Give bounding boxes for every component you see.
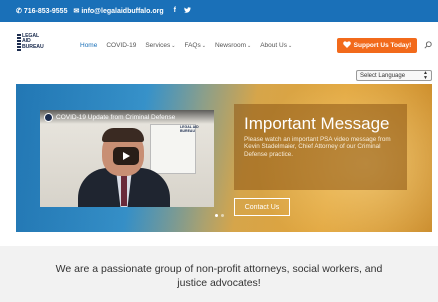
- message-body: Please watch an important PSA video mess…: [244, 136, 391, 158]
- chevron-down-icon: ⌄: [287, 43, 293, 49]
- nav-item-covid[interactable]: COVID-19: [106, 42, 136, 49]
- search-icon[interactable]: [424, 36, 432, 49]
- site-header: LEGAL AID BUREAU Home COVID-19 Services⌄…: [0, 22, 438, 68]
- language-select-value: Select Language: [360, 72, 406, 79]
- nav-item-about[interactable]: About Us⌄: [260, 42, 292, 49]
- slider-dot-2[interactable]: [221, 214, 224, 217]
- phone-number: 716-853-9555: [23, 7, 68, 15]
- social-links: f: [174, 7, 191, 15]
- chevron-down-icon: ⌄: [201, 43, 206, 49]
- message-box: Important Message Please watch an import…: [234, 104, 407, 190]
- slider-dot-1[interactable]: [215, 214, 218, 217]
- phone-icon: ✆: [16, 8, 22, 15]
- nav-item-services[interactable]: Services⌄: [145, 42, 175, 49]
- logo-mark: [17, 34, 21, 52]
- logo-text: LEGAL AID BUREAU: [22, 33, 44, 50]
- nav-item-faqs[interactable]: FAQs⌄: [184, 42, 205, 49]
- facebook-icon[interactable]: f: [174, 7, 176, 15]
- support-button-label: Support Us Today!: [353, 42, 412, 49]
- video-wall-logo: LEGAL AID BUREAU: [180, 125, 199, 133]
- phone-link[interactable]: ✆ 716-853-9555: [16, 7, 68, 16]
- youtube-video-embed[interactable]: LEGAL AID BUREAU COVID-19 Update from Cr…: [40, 110, 214, 207]
- select-arrows-icon: ▲ ▼: [423, 70, 428, 81]
- play-button-icon[interactable]: [113, 147, 139, 165]
- heart-icon: [342, 41, 351, 50]
- main-nav: Home COVID-19 Services⌄ FAQs⌄ Newsroom⌄ …: [80, 42, 292, 49]
- nav-item-home[interactable]: Home: [80, 42, 97, 49]
- envelope-icon: ✉: [73, 8, 80, 15]
- twitter-icon[interactable]: [183, 7, 191, 15]
- support-us-button[interactable]: Support Us Today!: [337, 38, 417, 53]
- video-title[interactable]: COVID-19 Update from Criminal Defense: [56, 114, 175, 121]
- hero-slider: LEGAL AID BUREAU COVID-19 Update from Cr…: [16, 84, 432, 232]
- tagline-text: We are a passionate group of non-profit …: [55, 263, 383, 289]
- email-link[interactable]: ✉ info@legalaidbuffalo.org: [73, 7, 164, 16]
- language-select[interactable]: Select Language ▲ ▼: [356, 70, 432, 81]
- channel-avatar[interactable]: [44, 113, 53, 122]
- nav-item-newsroom[interactable]: Newsroom⌄: [215, 42, 251, 49]
- chevron-down-icon: ⌄: [171, 43, 176, 49]
- email-address: info@legalaidbuffalo.org: [81, 7, 164, 15]
- message-title: Important Message: [244, 114, 390, 133]
- top-contact-bar: ✆ 716-853-9555 ✉ info@legalaidbuffalo.or…: [0, 0, 438, 22]
- contact-us-button[interactable]: Contact Us: [234, 198, 290, 216]
- chevron-down-icon: ⌄: [247, 43, 252, 49]
- slider-dots: [215, 214, 224, 217]
- site-logo[interactable]: LEGAL AID BUREAU: [17, 33, 47, 56]
